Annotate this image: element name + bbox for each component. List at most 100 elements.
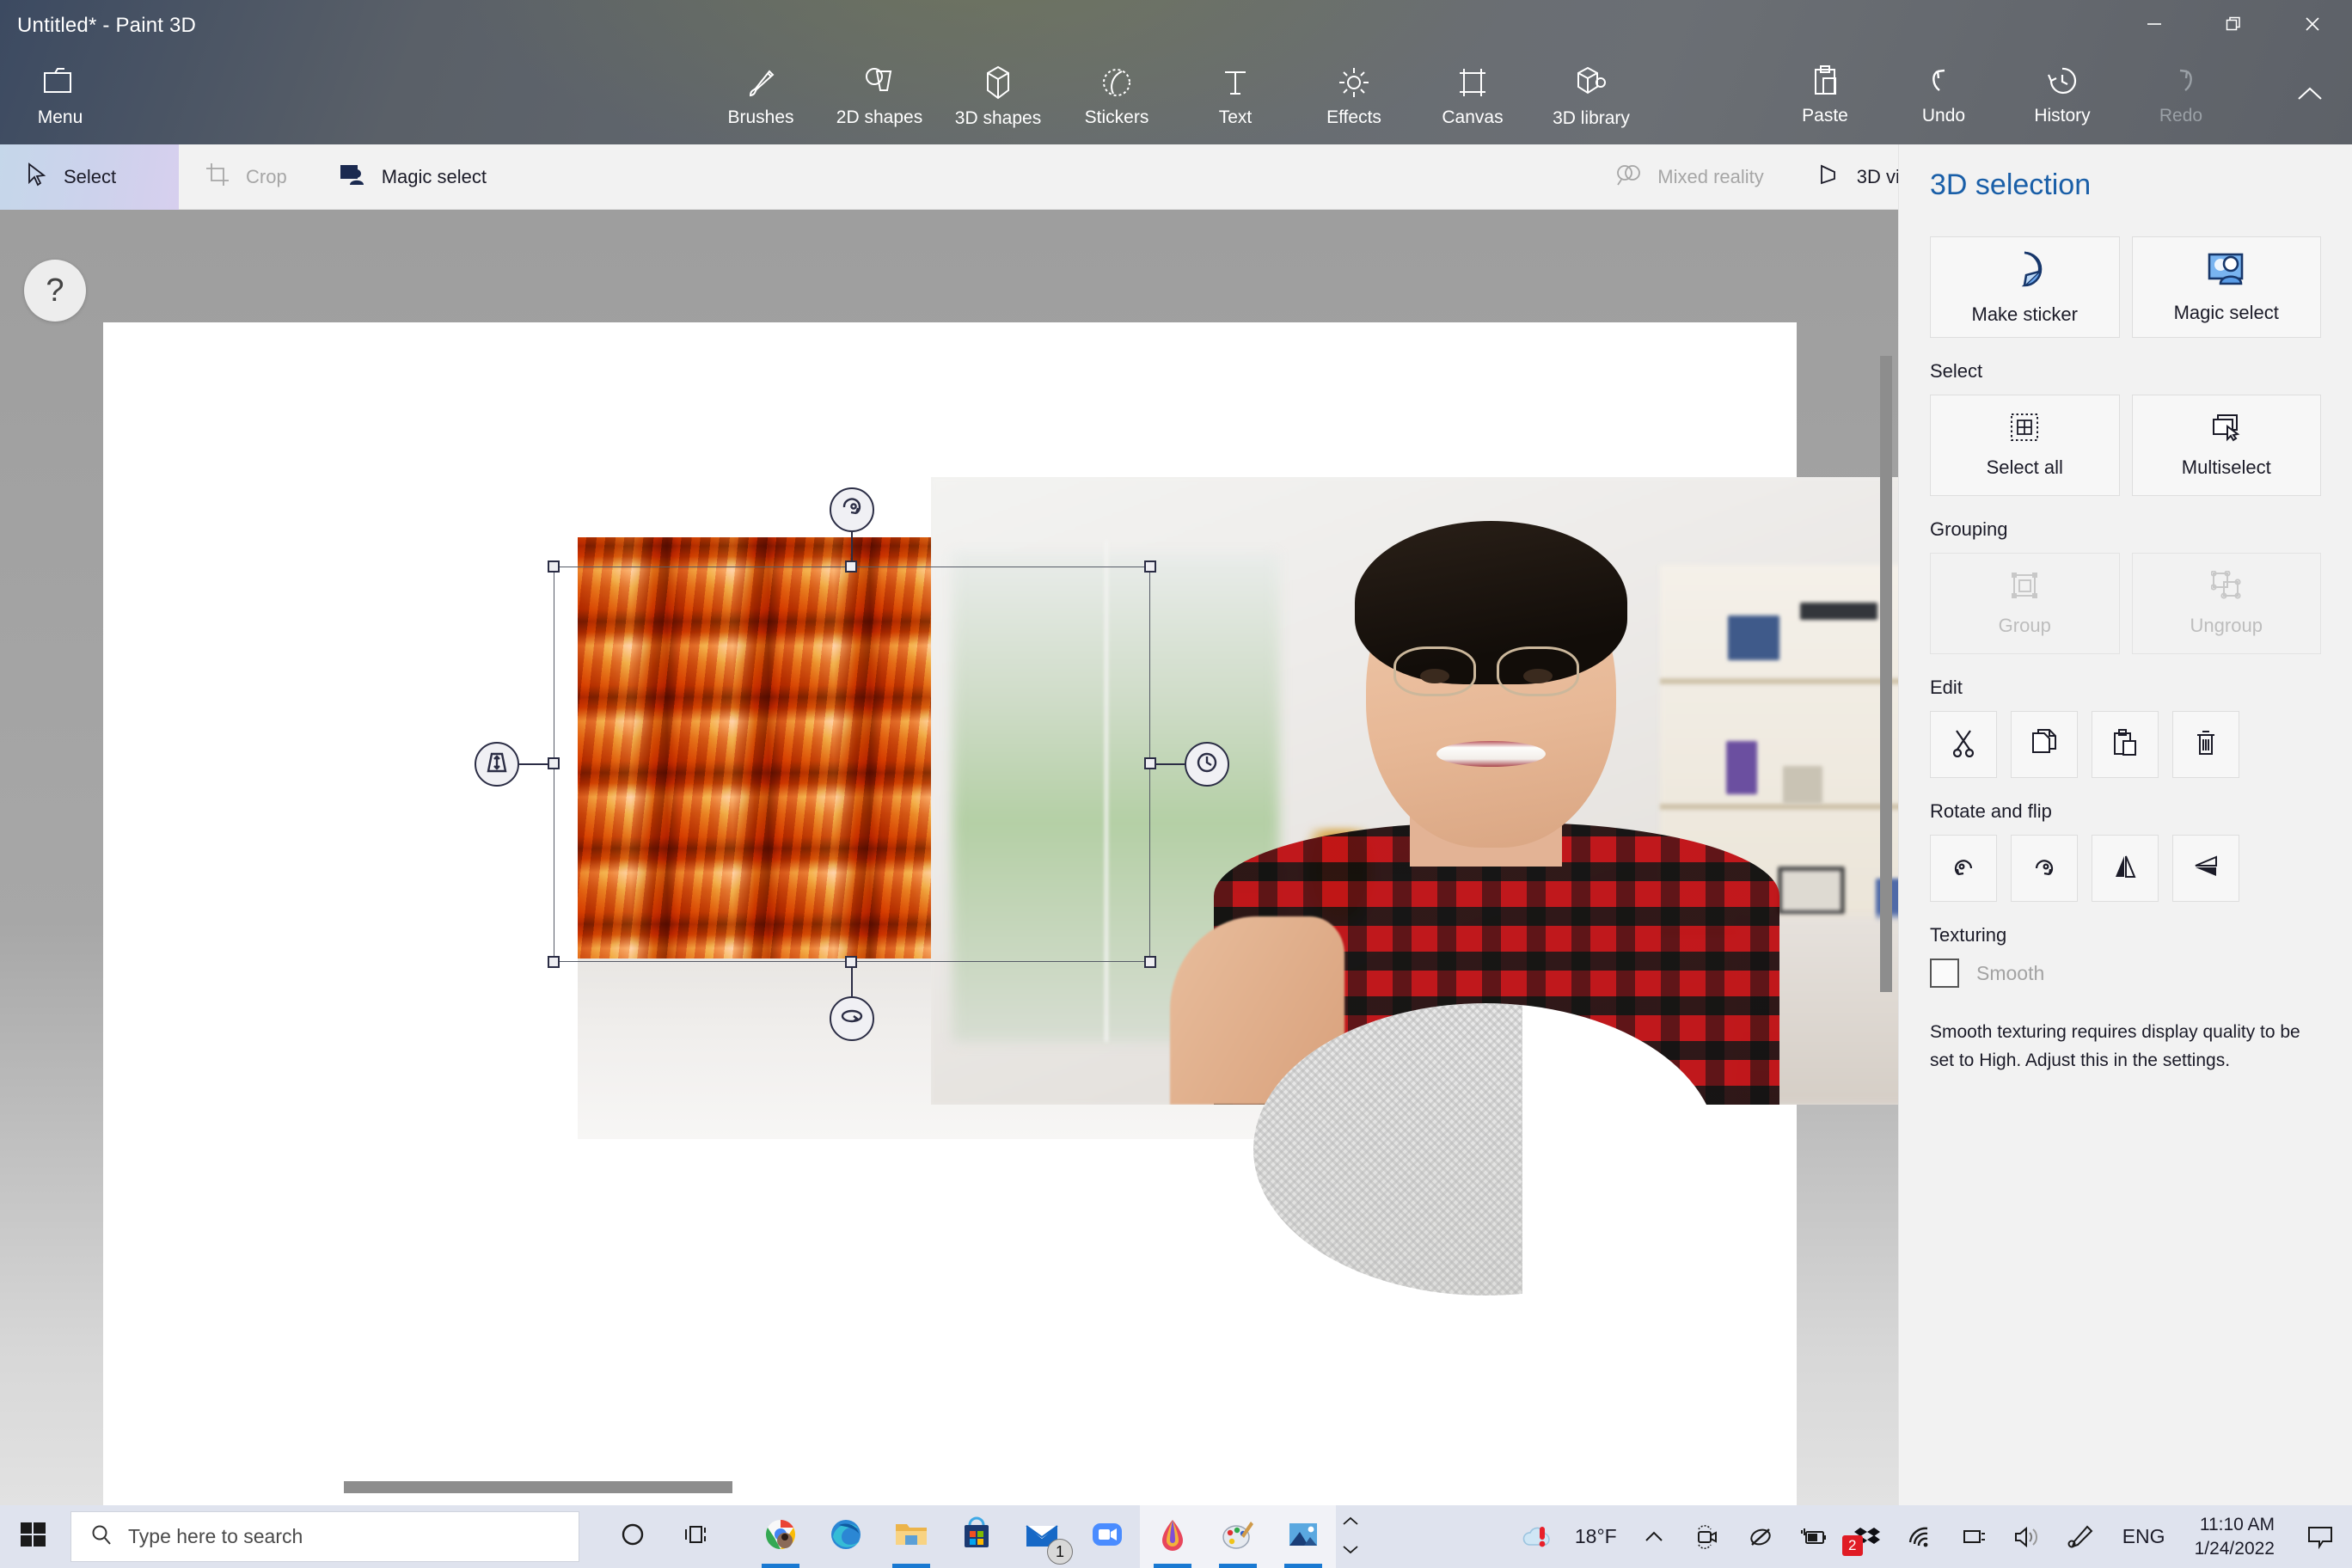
make-sticker-label: Make sticker — [1971, 303, 2078, 325]
select-all-button[interactable]: Select all — [1930, 395, 2120, 496]
photo-shelf-object — [1777, 866, 1845, 915]
ribbon-item-3d-shapes[interactable]: 3D shapes — [939, 51, 1057, 142]
resize-handle-top-left[interactable] — [548, 560, 560, 573]
effects-icon — [1336, 64, 1372, 101]
mail-badge: 1 — [1047, 1539, 1073, 1565]
resize-handle-bottom-right[interactable] — [1144, 956, 1156, 968]
cortana-button[interactable] — [600, 1505, 665, 1568]
rotate-left-button[interactable] — [1930, 835, 1997, 902]
oval-sticker-object[interactable] — [1253, 1003, 1718, 1295]
right-panel: 3D selection Make sticker Magic select S… — [1898, 144, 2352, 1505]
select-tool-button[interactable]: Select — [0, 144, 179, 210]
clock-date: 1/24/2022 — [2194, 1538, 2275, 1559]
search-input[interactable]: Type here to search — [70, 1511, 579, 1562]
taskbar-app-file-explorer[interactable] — [879, 1505, 944, 1568]
taskbar-app-paint-3d[interactable] — [1140, 1505, 1205, 1568]
brush-icon — [744, 64, 778, 101]
photo-person-eye — [1523, 668, 1553, 683]
chevron-up-icon[interactable] — [1342, 1516, 1359, 1531]
rotate-handle-stem — [851, 967, 853, 996]
rotate-x-handle[interactable] — [830, 487, 874, 532]
search-icon — [90, 1523, 113, 1550]
mouse-off-icon[interactable] — [1734, 1505, 1787, 1568]
file-explorer-icon — [893, 1516, 929, 1557]
taskbar-scroll-arrows[interactable] — [1336, 1505, 1365, 1568]
delete-button[interactable] — [2172, 711, 2239, 778]
pen-icon[interactable] — [2054, 1505, 2107, 1568]
rotate-right-icon — [2030, 853, 2059, 885]
ungroup-button: Ungroup — [2131, 553, 2321, 654]
rotate-right-button[interactable] — [2011, 835, 2078, 902]
start-button[interactable] — [0, 1505, 67, 1568]
help-button[interactable]: ? — [24, 260, 86, 322]
flip-vertical-handle[interactable] — [475, 742, 519, 787]
canvas-area[interactable]: ? — [0, 210, 1898, 1505]
copy-button[interactable] — [2011, 711, 2078, 778]
canvas-paper[interactable] — [103, 322, 1898, 1505]
rotate-z-handle[interactable] — [1185, 742, 1229, 787]
taskbar-app-paint[interactable] — [1205, 1505, 1271, 1568]
dropbox-icon[interactable]: 2 — [1841, 1505, 1894, 1568]
wifi-icon[interactable] — [1894, 1505, 1947, 1568]
ribbon-item-paste[interactable]: Paste — [1766, 49, 1884, 140]
ribbon-item-3d-library[interactable]: 3D library — [1532, 51, 1651, 142]
resize-handle-top-right[interactable] — [1144, 560, 1156, 573]
smooth-checkbox-row[interactable]: Smooth — [1930, 959, 2321, 988]
weather-icon[interactable] — [1511, 1505, 1565, 1568]
ribbon-item-undo[interactable]: Undo — [1884, 49, 2003, 140]
battery-charging-icon[interactable] — [1787, 1505, 1841, 1568]
taskbar-app-mail[interactable]: 1 — [1009, 1505, 1075, 1568]
taskbar-app-chrome[interactable] — [748, 1505, 813, 1568]
language-indicator[interactable]: ENG — [2107, 1525, 2181, 1548]
ribbon-label: Stickers — [1084, 107, 1149, 127]
crop-tool-button: Crop — [179, 144, 313, 210]
rotate-y-handle[interactable] — [830, 996, 874, 1041]
action-center-button[interactable] — [2288, 1505, 2352, 1568]
close-button[interactable] — [2273, 0, 2352, 48]
magic-select-panel-button[interactable]: Magic select — [2131, 236, 2321, 338]
show-hidden-icons-button[interactable] — [1627, 1505, 1681, 1568]
flip-handle-stem — [519, 763, 548, 765]
resize-handle-middle-right[interactable] — [1144, 757, 1156, 769]
canvas-horizontal-scrollbar[interactable] — [344, 1481, 732, 1493]
resize-handle-middle-left[interactable] — [548, 757, 560, 769]
network-icon[interactable] — [1947, 1505, 2000, 1568]
magic-select-tool-button[interactable]: Magic select — [313, 144, 512, 210]
collapse-ribbon-button[interactable] — [2283, 76, 2337, 117]
minimize-button[interactable] — [2115, 0, 2194, 48]
taskbar-app-microsoft-store[interactable] — [944, 1505, 1009, 1568]
trash-icon — [2192, 728, 2220, 762]
ribbon-item-2d-shapes[interactable]: 2D shapes — [820, 51, 939, 142]
volume-icon[interactable] — [2000, 1505, 2054, 1568]
ribbon-item-history[interactable]: History — [2003, 49, 2122, 140]
ribbon-item-brushes[interactable]: Brushes — [701, 51, 820, 142]
resize-handle-top-center[interactable] — [845, 560, 857, 573]
restore-button[interactable] — [2194, 0, 2273, 48]
smooth-checkbox[interactable] — [1930, 959, 1959, 988]
cursor-icon — [26, 162, 48, 193]
flip-vertical-button[interactable] — [2172, 835, 2239, 902]
multiselect-button[interactable]: Multiselect — [2131, 395, 2321, 496]
make-sticker-button[interactable]: Make sticker — [1930, 236, 2120, 338]
canvas-vertical-scrollbar[interactable] — [1880, 356, 1892, 992]
taskbar-app-edge[interactable] — [813, 1505, 879, 1568]
ribbon-item-canvas[interactable]: Canvas — [1413, 51, 1532, 142]
taskbar-app-photos[interactable] — [1271, 1505, 1336, 1568]
taskbar-app-zoom[interactable] — [1075, 1505, 1140, 1568]
resize-handle-bottom-center[interactable] — [845, 956, 857, 968]
flip-horizontal-button[interactable] — [2092, 835, 2159, 902]
ribbon-item-stickers[interactable]: Stickers — [1057, 51, 1176, 142]
zoom-icon — [1089, 1516, 1125, 1557]
resize-handle-bottom-left[interactable] — [548, 956, 560, 968]
clock[interactable]: 11:10 AM 1/24/2022 — [2181, 1513, 2288, 1560]
paste-button[interactable] — [2092, 711, 2159, 778]
selection-bounding-box[interactable] — [475, 487, 1229, 1041]
texturing-section-label: Texturing — [1930, 924, 2007, 946]
camera-icon[interactable] — [1681, 1505, 1734, 1568]
cut-button[interactable] — [1930, 711, 1997, 778]
chevron-down-icon[interactable] — [1342, 1543, 1359, 1559]
task-view-button[interactable] — [665, 1505, 731, 1568]
ribbon-item-text[interactable]: Text — [1176, 51, 1295, 142]
rotate-left-icon — [1949, 853, 1978, 885]
ribbon-item-effects[interactable]: Effects — [1295, 51, 1413, 142]
